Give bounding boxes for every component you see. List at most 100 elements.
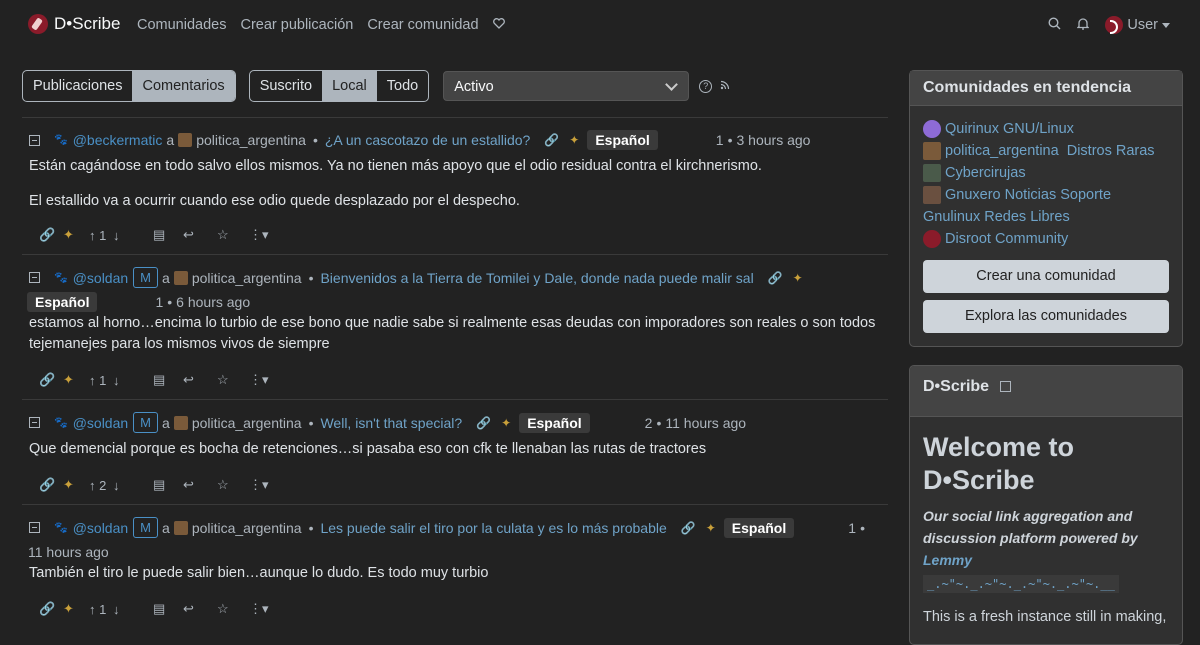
comment-paragraph: También el tiro le puede salir bien…aunq…: [29, 565, 489, 581]
community-link[interactable]: politica_argentina: [192, 518, 302, 538]
reply-icon[interactable]: ↩: [183, 477, 217, 493]
fediverse-icon[interactable]: ✦: [706, 518, 716, 538]
reply-icon[interactable]: ↩: [183, 372, 217, 388]
view-source-icon[interactable]: ▤: [153, 372, 183, 388]
post-link[interactable]: Well, isn't that special?: [320, 413, 462, 433]
link-icon[interactable]: 🔗: [476, 413, 491, 433]
upvote-button[interactable]: ↑ 1: [89, 228, 113, 243]
user-menu[interactable]: User: [1105, 16, 1170, 34]
listing-option-subscribed[interactable]: Suscrito: [250, 71, 322, 101]
more-options-icon[interactable]: ⋮▾: [249, 477, 269, 493]
fediverse-icon[interactable]: ✦: [793, 268, 803, 288]
fediverse-icon[interactable]: ✦: [63, 227, 89, 243]
more-options-icon[interactable]: ⋮▾: [249, 372, 269, 388]
comment-author-link[interactable]: @soldan: [73, 518, 128, 538]
fediverse-icon[interactable]: ✦: [501, 413, 511, 433]
comment-author-link[interactable]: @beckermatic: [73, 130, 163, 150]
fediverse-icon[interactable]: ✦: [63, 477, 89, 493]
lemmy-link[interactable]: Lemmy: [923, 552, 972, 568]
community-avatar: [923, 142, 941, 161]
listing-type-toggle: Suscrito Local Todo: [248, 70, 430, 102]
comment-paragraph: El estallido va a ocurrir cuando ese odi…: [29, 193, 520, 209]
community-link[interactable]: politica_argentina: [192, 413, 302, 433]
rss-icon[interactable]: [720, 80, 730, 93]
downvote-icon[interactable]: ↓: [113, 602, 153, 617]
upvote-button[interactable]: ↑ 2: [89, 478, 113, 493]
comment-meta: 🐾 @soldan M a politica_argentina • Bienv…: [29, 267, 888, 288]
user-avatar-icon: 🐾: [54, 416, 68, 429]
comment-actions: 🔗 ✦ ↑ 1 ↓ ▤ ↩ ☆ ⋮▾: [39, 216, 888, 254]
create-community-button[interactable]: Crear una comunidad: [923, 260, 1169, 293]
save-star-icon[interactable]: ☆: [217, 477, 249, 493]
type-option-comments[interactable]: Comentarios: [132, 71, 235, 101]
collapse-icon[interactable]: [29, 272, 40, 283]
link-icon[interactable]: 🔗: [544, 130, 559, 150]
comment-meta-line2: 11 hours ago: [28, 542, 888, 562]
nav-link-create-post[interactable]: Crear publicación: [240, 17, 353, 33]
comment-author-link[interactable]: @soldan: [73, 268, 128, 288]
trending-community-link[interactable]: Disroot Community: [945, 231, 1068, 247]
collapse-icon[interactable]: [29, 417, 40, 428]
community-link[interactable]: politica_argentina: [196, 130, 306, 150]
collapse-icon[interactable]: [999, 381, 1011, 393]
sort-select[interactable]: Activo: [443, 71, 690, 101]
view-source-icon[interactable]: ▤: [153, 477, 183, 493]
post-link[interactable]: Les puede salir el tiro por la culata y …: [320, 518, 666, 538]
notifications-bell-icon[interactable]: [1076, 17, 1090, 34]
downvote-icon[interactable]: ↓: [113, 228, 153, 243]
nav-link-create-community[interactable]: Crear comunidad: [367, 17, 478, 33]
listing-option-local[interactable]: Local: [322, 71, 377, 101]
listing-option-all[interactable]: Todo: [377, 71, 428, 101]
downvote-icon[interactable]: ↓: [113, 373, 153, 388]
separator-dot: •: [308, 414, 314, 431]
user-avatar-icon: 🐾: [54, 134, 68, 146]
save-star-icon[interactable]: ☆: [217, 227, 249, 243]
user-avatar-icon: 🐾: [54, 271, 68, 284]
community-link[interactable]: politica_argentina: [192, 268, 302, 288]
help-icon[interactable]: ?: [699, 79, 713, 93]
trending-community-link[interactable]: Gnuxero Noticias Soporte: [945, 187, 1111, 203]
comment-item: 🐾 @soldan M a politica_argentina • Les p…: [22, 504, 888, 628]
explore-communities-button[interactable]: Explora las comunidades: [923, 300, 1169, 333]
nav-link-communities[interactable]: Comunidades: [137, 17, 226, 33]
trending-community-link[interactable]: Distros Raras: [1067, 143, 1155, 159]
brand-link[interactable]: D•Scribe: [28, 14, 120, 34]
save-star-icon[interactable]: ☆: [217, 372, 249, 388]
search-icon[interactable]: [1048, 16, 1061, 34]
view-source-icon[interactable]: ▤: [153, 227, 183, 243]
post-link[interactable]: Bienvenidos a la Tierra de Tomilei y Dal…: [320, 268, 753, 288]
reply-icon[interactable]: ↩: [183, 601, 217, 617]
link-icon[interactable]: 🔗: [768, 268, 783, 288]
more-options-icon[interactable]: ⋮▾: [249, 601, 269, 617]
link-icon[interactable]: 🔗: [39, 477, 63, 493]
donate-heart-icon[interactable]: [492, 17, 505, 33]
collapse-icon[interactable]: [29, 134, 40, 146]
link-icon[interactable]: 🔗: [39, 227, 63, 243]
view-source-icon[interactable]: ▤: [153, 601, 183, 617]
save-star-icon[interactable]: ☆: [217, 601, 249, 617]
trending-community-link[interactable]: Cybercirujas: [945, 165, 1026, 181]
fediverse-icon[interactable]: ✦: [569, 130, 579, 150]
trending-community-link[interactable]: politica_argentina: [945, 143, 1059, 159]
trending-communities-card: Comunidades en tendencia Quirinux GNU/Li…: [909, 70, 1183, 347]
separator-dot: •: [656, 414, 662, 431]
fediverse-icon[interactable]: ✦: [63, 372, 89, 388]
trending-community-link[interactable]: Gnulinux Redes Libres: [923, 209, 1070, 225]
downvote-icon[interactable]: ↓: [113, 478, 153, 493]
post-link[interactable]: ¿A un cascotazo de un estallido?: [325, 130, 530, 150]
nav-links: Comunidades Crear publicación Crear comu…: [137, 17, 505, 33]
type-option-posts[interactable]: Publicaciones: [23, 71, 132, 101]
language-badge: Español: [587, 130, 658, 150]
upvote-button[interactable]: ↑ 1: [89, 602, 113, 617]
reply-icon[interactable]: ↩: [183, 227, 217, 243]
link-icon[interactable]: 🔗: [681, 518, 696, 538]
comment-author-link[interactable]: @soldan: [73, 413, 128, 433]
link-icon[interactable]: 🔗: [39, 601, 63, 617]
trending-community-link[interactable]: Quirinux GNU/Linux: [945, 121, 1074, 137]
link-icon[interactable]: 🔗: [39, 372, 63, 388]
more-options-icon[interactable]: ⋮▾: [249, 227, 269, 243]
collapse-icon[interactable]: [29, 522, 40, 533]
separator-dot: •: [308, 269, 314, 286]
upvote-button[interactable]: ↑ 1: [89, 373, 113, 388]
fediverse-icon[interactable]: ✦: [63, 601, 89, 617]
